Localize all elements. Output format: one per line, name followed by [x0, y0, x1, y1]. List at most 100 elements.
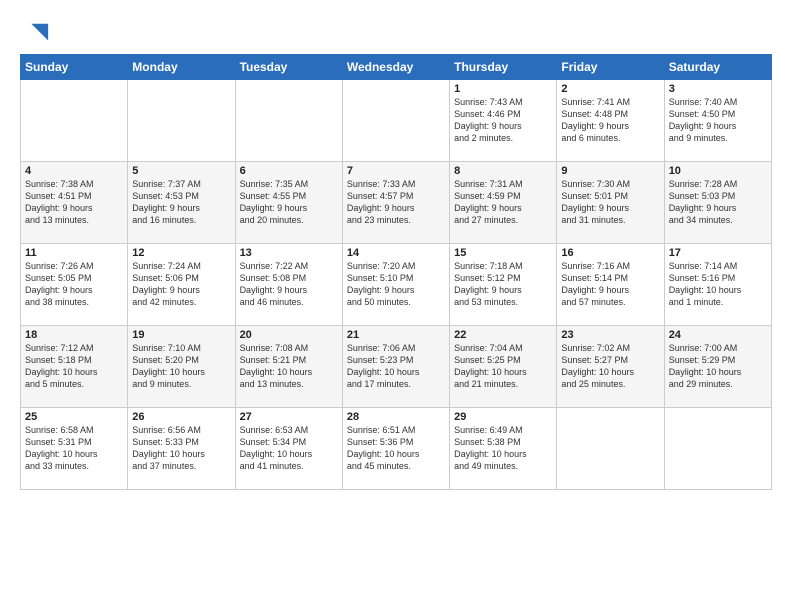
calendar-cell: 22Sunrise: 7:04 AM Sunset: 5:25 PM Dayli… [450, 326, 557, 408]
calendar-cell [235, 80, 342, 162]
header [20, 16, 772, 48]
day-number: 18 [25, 329, 123, 341]
day-number: 11 [25, 247, 123, 259]
day-number: 16 [561, 247, 659, 259]
day-info: Sunrise: 7:30 AM Sunset: 5:01 PM Dayligh… [561, 178, 659, 227]
day-info: Sunrise: 7:02 AM Sunset: 5:27 PM Dayligh… [561, 342, 659, 391]
day-info: Sunrise: 7:04 AM Sunset: 5:25 PM Dayligh… [454, 342, 552, 391]
calendar-cell: 7Sunrise: 7:33 AM Sunset: 4:57 PM Daylig… [342, 162, 449, 244]
calendar-week-5: 25Sunrise: 6:58 AM Sunset: 5:31 PM Dayli… [21, 408, 772, 490]
day-number: 5 [132, 165, 230, 177]
calendar-cell: 14Sunrise: 7:20 AM Sunset: 5:10 PM Dayli… [342, 244, 449, 326]
dow-header-sunday: Sunday [21, 55, 128, 80]
day-number: 12 [132, 247, 230, 259]
calendar-cell: 2Sunrise: 7:41 AM Sunset: 4:48 PM Daylig… [557, 80, 664, 162]
calendar-cell: 13Sunrise: 7:22 AM Sunset: 5:08 PM Dayli… [235, 244, 342, 326]
calendar-body: 1Sunrise: 7:43 AM Sunset: 4:46 PM Daylig… [21, 80, 772, 490]
day-info: Sunrise: 7:43 AM Sunset: 4:46 PM Dayligh… [454, 96, 552, 145]
day-info: Sunrise: 7:00 AM Sunset: 5:29 PM Dayligh… [669, 342, 767, 391]
calendar-cell: 26Sunrise: 6:56 AM Sunset: 5:33 PM Dayli… [128, 408, 235, 490]
calendar-cell: 27Sunrise: 6:53 AM Sunset: 5:34 PM Dayli… [235, 408, 342, 490]
calendar-cell [557, 408, 664, 490]
calendar-cell: 5Sunrise: 7:37 AM Sunset: 4:53 PM Daylig… [128, 162, 235, 244]
day-info: Sunrise: 7:33 AM Sunset: 4:57 PM Dayligh… [347, 178, 445, 227]
calendar-cell: 16Sunrise: 7:16 AM Sunset: 5:14 PM Dayli… [557, 244, 664, 326]
day-number: 23 [561, 329, 659, 341]
dow-header-friday: Friday [557, 55, 664, 80]
day-number: 21 [347, 329, 445, 341]
dow-header-saturday: Saturday [664, 55, 771, 80]
calendar-cell: 17Sunrise: 7:14 AM Sunset: 5:16 PM Dayli… [664, 244, 771, 326]
day-number: 19 [132, 329, 230, 341]
calendar-cell: 11Sunrise: 7:26 AM Sunset: 5:05 PM Dayli… [21, 244, 128, 326]
days-of-week-row: SundayMondayTuesdayWednesdayThursdayFrid… [21, 55, 772, 80]
calendar-cell: 28Sunrise: 6:51 AM Sunset: 5:36 PM Dayli… [342, 408, 449, 490]
day-info: Sunrise: 7:16 AM Sunset: 5:14 PM Dayligh… [561, 260, 659, 309]
day-info: Sunrise: 7:28 AM Sunset: 5:03 PM Dayligh… [669, 178, 767, 227]
calendar-cell: 24Sunrise: 7:00 AM Sunset: 5:29 PM Dayli… [664, 326, 771, 408]
day-number: 22 [454, 329, 552, 341]
day-info: Sunrise: 7:20 AM Sunset: 5:10 PM Dayligh… [347, 260, 445, 309]
logo-icon [22, 20, 50, 48]
calendar-week-2: 4Sunrise: 7:38 AM Sunset: 4:51 PM Daylig… [21, 162, 772, 244]
calendar-week-4: 18Sunrise: 7:12 AM Sunset: 5:18 PM Dayli… [21, 326, 772, 408]
day-info: Sunrise: 7:38 AM Sunset: 4:51 PM Dayligh… [25, 178, 123, 227]
day-number: 15 [454, 247, 552, 259]
day-number: 25 [25, 411, 123, 423]
day-info: Sunrise: 6:53 AM Sunset: 5:34 PM Dayligh… [240, 424, 338, 473]
calendar-cell: 3Sunrise: 7:40 AM Sunset: 4:50 PM Daylig… [664, 80, 771, 162]
calendar-cell: 12Sunrise: 7:24 AM Sunset: 5:06 PM Dayli… [128, 244, 235, 326]
calendar-cell: 4Sunrise: 7:38 AM Sunset: 4:51 PM Daylig… [21, 162, 128, 244]
day-number: 17 [669, 247, 767, 259]
day-number: 29 [454, 411, 552, 423]
calendar-cell [128, 80, 235, 162]
day-info: Sunrise: 6:56 AM Sunset: 5:33 PM Dayligh… [132, 424, 230, 473]
day-number: 8 [454, 165, 552, 177]
day-info: Sunrise: 6:49 AM Sunset: 5:38 PM Dayligh… [454, 424, 552, 473]
day-info: Sunrise: 7:41 AM Sunset: 4:48 PM Dayligh… [561, 96, 659, 145]
dow-header-tuesday: Tuesday [235, 55, 342, 80]
day-info: Sunrise: 7:12 AM Sunset: 5:18 PM Dayligh… [25, 342, 123, 391]
page: SundayMondayTuesdayWednesdayThursdayFrid… [0, 0, 792, 500]
calendar-cell [664, 408, 771, 490]
dow-header-monday: Monday [128, 55, 235, 80]
logo [20, 20, 50, 48]
day-info: Sunrise: 7:06 AM Sunset: 5:23 PM Dayligh… [347, 342, 445, 391]
day-number: 26 [132, 411, 230, 423]
calendar-cell: 19Sunrise: 7:10 AM Sunset: 5:20 PM Dayli… [128, 326, 235, 408]
day-info: Sunrise: 7:14 AM Sunset: 5:16 PM Dayligh… [669, 260, 767, 309]
day-info: Sunrise: 7:10 AM Sunset: 5:20 PM Dayligh… [132, 342, 230, 391]
calendar-cell: 6Sunrise: 7:35 AM Sunset: 4:55 PM Daylig… [235, 162, 342, 244]
day-number: 2 [561, 83, 659, 95]
day-number: 14 [347, 247, 445, 259]
calendar-cell: 1Sunrise: 7:43 AM Sunset: 4:46 PM Daylig… [450, 80, 557, 162]
calendar-cell: 29Sunrise: 6:49 AM Sunset: 5:38 PM Dayli… [450, 408, 557, 490]
day-number: 9 [561, 165, 659, 177]
day-number: 27 [240, 411, 338, 423]
day-info: Sunrise: 7:26 AM Sunset: 5:05 PM Dayligh… [25, 260, 123, 309]
day-info: Sunrise: 7:24 AM Sunset: 5:06 PM Dayligh… [132, 260, 230, 309]
day-number: 13 [240, 247, 338, 259]
day-number: 28 [347, 411, 445, 423]
day-number: 10 [669, 165, 767, 177]
calendar-cell: 23Sunrise: 7:02 AM Sunset: 5:27 PM Dayli… [557, 326, 664, 408]
day-number: 4 [25, 165, 123, 177]
day-info: Sunrise: 7:40 AM Sunset: 4:50 PM Dayligh… [669, 96, 767, 145]
calendar-cell [21, 80, 128, 162]
day-info: Sunrise: 7:35 AM Sunset: 4:55 PM Dayligh… [240, 178, 338, 227]
calendar-cell [342, 80, 449, 162]
calendar-cell: 25Sunrise: 6:58 AM Sunset: 5:31 PM Dayli… [21, 408, 128, 490]
calendar-cell: 21Sunrise: 7:06 AM Sunset: 5:23 PM Dayli… [342, 326, 449, 408]
day-info: Sunrise: 7:08 AM Sunset: 5:21 PM Dayligh… [240, 342, 338, 391]
dow-header-thursday: Thursday [450, 55, 557, 80]
day-info: Sunrise: 7:18 AM Sunset: 5:12 PM Dayligh… [454, 260, 552, 309]
day-number: 1 [454, 83, 552, 95]
day-info: Sunrise: 6:51 AM Sunset: 5:36 PM Dayligh… [347, 424, 445, 473]
calendar-cell: 15Sunrise: 7:18 AM Sunset: 5:12 PM Dayli… [450, 244, 557, 326]
day-info: Sunrise: 6:58 AM Sunset: 5:31 PM Dayligh… [25, 424, 123, 473]
calendar-cell: 18Sunrise: 7:12 AM Sunset: 5:18 PM Dayli… [21, 326, 128, 408]
day-number: 20 [240, 329, 338, 341]
calendar-week-1: 1Sunrise: 7:43 AM Sunset: 4:46 PM Daylig… [21, 80, 772, 162]
calendar-week-3: 11Sunrise: 7:26 AM Sunset: 5:05 PM Dayli… [21, 244, 772, 326]
day-number: 7 [347, 165, 445, 177]
